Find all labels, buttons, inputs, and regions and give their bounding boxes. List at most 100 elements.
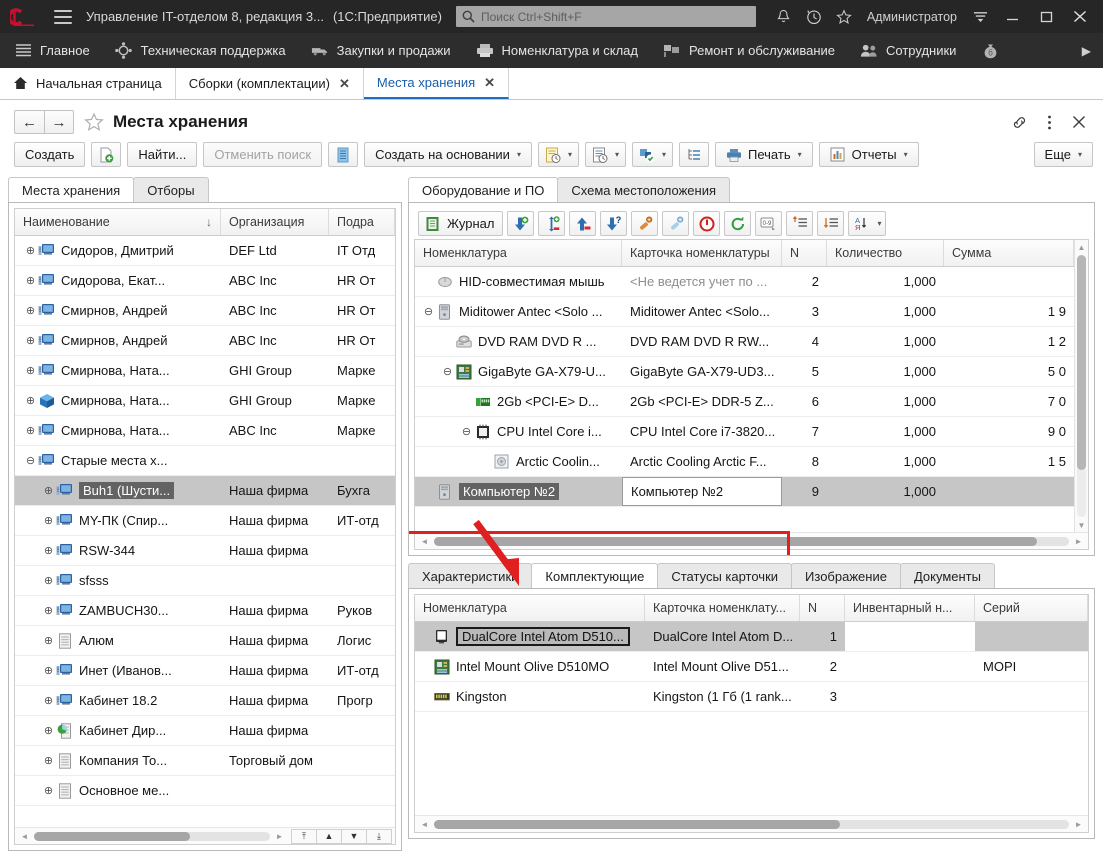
column-header-nomenclature[interactable]: Номенклатура: [415, 595, 645, 621]
cell-nomenclature-card[interactable]: Компьютер №2: [622, 477, 782, 506]
cell-row-number[interactable]: 1: [800, 622, 845, 651]
cell-name[interactable]: ⊕Buh1 (Шусти...: [15, 476, 221, 505]
cell-department[interactable]: [329, 566, 395, 595]
table-row[interactable]: 2Gb <PCI-E> D...2Gb <PCI-E> DDR-5 Z...61…: [415, 387, 1074, 417]
cell-nomenclature[interactable]: ⊖Miditower Antec <Solo ...: [415, 297, 622, 326]
menu-item-glavnoe[interactable]: Главное: [14, 42, 103, 60]
list-view-button[interactable]: [328, 142, 358, 167]
cell-row-number[interactable]: 8: [782, 447, 827, 476]
table-row[interactable]: ⊕Сидоров, ДмитрийDEF LtdIT Отд: [15, 236, 395, 266]
expand-node-icon[interactable]: ⊕: [23, 334, 38, 347]
window-minimize-button[interactable]: [995, 1, 1029, 33]
journal-button[interactable]: Журнал: [418, 211, 503, 236]
expand-node-icon[interactable]: ⊕: [23, 274, 38, 287]
cell-nomenclature[interactable]: Intel Mount Olive D510MO: [415, 652, 645, 681]
cell-name[interactable]: ⊕Смирнова, Ната...: [15, 386, 221, 415]
report-history-button[interactable]: ▾: [538, 142, 579, 167]
move-question-button[interactable]: ?: [600, 211, 627, 236]
menu-item-finance[interactable]: б: [981, 42, 1020, 60]
menu-item-tech-support[interactable]: Техническая поддержка: [115, 42, 299, 60]
column-header-organization[interactable]: Организация: [221, 209, 329, 235]
forward-button[interactable]: →: [44, 110, 74, 134]
cell-nomenclature[interactable]: 2Gb <PCI-E> D...: [415, 387, 622, 416]
scroll-right-arrow-icon[interactable]: ►: [1072, 537, 1085, 546]
cell-nomenclature[interactable]: ⊖GigaByte GA-X79-U...: [415, 357, 622, 386]
cell-nomenclature[interactable]: HID-совместимая мышь: [415, 267, 622, 296]
tab-home-page[interactable]: Начальная страница: [0, 68, 176, 99]
cell-name[interactable]: ⊕Кабинет Дир...: [15, 716, 221, 745]
favorites-star-icon[interactable]: [829, 2, 859, 32]
go-last-row-button[interactable]: ⤓: [366, 829, 392, 844]
cell-organization[interactable]: Наша фирма: [221, 596, 329, 625]
hierarchy-button[interactable]: [679, 142, 709, 167]
cell-nomenclature-card[interactable]: 2Gb <PCI-E> DDR-5 Z...: [622, 387, 782, 416]
cell-name[interactable]: ⊕ZAMBUCH30...: [15, 596, 221, 625]
cell-serial-number[interactable]: [975, 682, 1088, 711]
column-header-nomenclature-card[interactable]: Карточка номенклату...: [645, 595, 800, 621]
expand-node-icon[interactable]: ⊕: [41, 604, 56, 617]
menu-item-purchases-sales[interactable]: Закупки и продажи: [311, 42, 464, 60]
horizontal-scrollbar[interactable]: ◄ ► ⤒ ▲ ▼ ⤓: [15, 827, 395, 844]
window-close-button[interactable]: [1063, 1, 1097, 33]
collapse-node-icon[interactable]: ⊖: [459, 425, 474, 438]
scrollbar-track[interactable]: [434, 820, 1069, 829]
expand-node-icon[interactable]: ⊕: [41, 514, 56, 527]
cell-department[interactable]: Руков: [329, 596, 395, 625]
vertical-scrollbar[interactable]: ▲ ▼: [1074, 240, 1088, 532]
cell-department[interactable]: HR От: [329, 296, 395, 325]
column-header-n[interactable]: N: [800, 595, 845, 621]
cell-quantity[interactable]: 1,000: [827, 447, 944, 476]
refresh-button[interactable]: [724, 211, 751, 236]
cell-organization[interactable]: Наша фирма: [221, 716, 329, 745]
table-row[interactable]: ⊕Сидорова, Екат...ABC IncHR От: [15, 266, 395, 296]
table-row[interactable]: ⊕Смирнов, АндрейABC IncHR От: [15, 326, 395, 356]
add-to-favorites-star-icon[interactable]: [84, 112, 104, 132]
numbering-button[interactable]: 0-9: [755, 211, 782, 236]
cell-quantity[interactable]: 1,000: [827, 417, 944, 446]
collapse-node-icon[interactable]: ⊖: [421, 305, 436, 318]
table-row[interactable]: ⊕АлюмНаша фирмаЛогис: [15, 626, 395, 656]
cell-organization[interactable]: GHI Group: [221, 356, 329, 385]
cell-organization[interactable]: [221, 776, 329, 805]
cell-organization[interactable]: Наша фирма: [221, 656, 329, 685]
expand-node-icon[interactable]: ⊕: [41, 664, 56, 677]
column-header-name[interactable]: Наименование ↓: [15, 209, 221, 235]
cell-row-number[interactable]: 3: [782, 297, 827, 326]
menu-item-employees[interactable]: Сотрудники: [860, 42, 969, 60]
cell-department[interactable]: ИТ-отд: [329, 656, 395, 685]
cell-department[interactable]: Марке: [329, 416, 395, 445]
table-row[interactable]: ⊕sfsss: [15, 566, 395, 596]
expand-node-icon[interactable]: ⊕: [23, 424, 38, 437]
tab-card-statuses[interactable]: Статусы карточки: [657, 563, 792, 588]
cell-nomenclature-card[interactable]: Kingston (1 Гб (1 rank...: [645, 682, 800, 711]
cell-department[interactable]: [329, 536, 395, 565]
cell-nomenclature-card[interactable]: Arctic Cooling Arctic F...: [622, 447, 782, 476]
expand-node-icon[interactable]: ⊕: [41, 784, 56, 797]
cell-sum[interactable]: [944, 477, 1074, 506]
cell-name[interactable]: ⊕Смирнов, Андрей: [15, 326, 221, 355]
scroll-left-arrow-icon[interactable]: ◄: [418, 537, 431, 546]
stop-button[interactable]: [693, 211, 720, 236]
tab-assemblies[interactable]: Сборки (комплектации) ✕: [176, 68, 364, 99]
cell-organization[interactable]: ABC Inc: [221, 266, 329, 295]
cell-nomenclature[interactable]: DualCore Intel Atom D510...: [415, 622, 645, 651]
cell-organization[interactable]: Наша фирма: [221, 626, 329, 655]
cell-department[interactable]: [329, 446, 395, 475]
sort-up-button[interactable]: [786, 211, 813, 236]
horizontal-scrollbar[interactable]: ◄ ►: [415, 815, 1088, 832]
cell-department[interactable]: [329, 716, 395, 745]
cell-name[interactable]: ⊕RSW-344: [15, 536, 221, 565]
go-next-row-button[interactable]: ▼: [341, 829, 367, 844]
cell-row-number[interactable]: 2: [782, 267, 827, 296]
cell-nomenclature-card[interactable]: DualCore Intel Atom D...: [645, 622, 800, 651]
cell-quantity[interactable]: 1,000: [827, 327, 944, 356]
cell-row-number[interactable]: 2: [800, 652, 845, 681]
close-icon[interactable]: ✕: [484, 75, 495, 91]
column-header-nomenclature-card[interactable]: Карточка номенклатуры: [622, 240, 782, 266]
cell-row-number[interactable]: 6: [782, 387, 827, 416]
table-row[interactable]: ⊕ZAMBUCH30...Наша фирмаРуков: [15, 596, 395, 626]
scroll-down-arrow-icon[interactable]: ▼: [1075, 518, 1089, 532]
scrollbar-track[interactable]: [1077, 255, 1086, 517]
cell-sum[interactable]: 1 5: [944, 447, 1074, 476]
cell-nomenclature[interactable]: Kingston: [415, 682, 645, 711]
